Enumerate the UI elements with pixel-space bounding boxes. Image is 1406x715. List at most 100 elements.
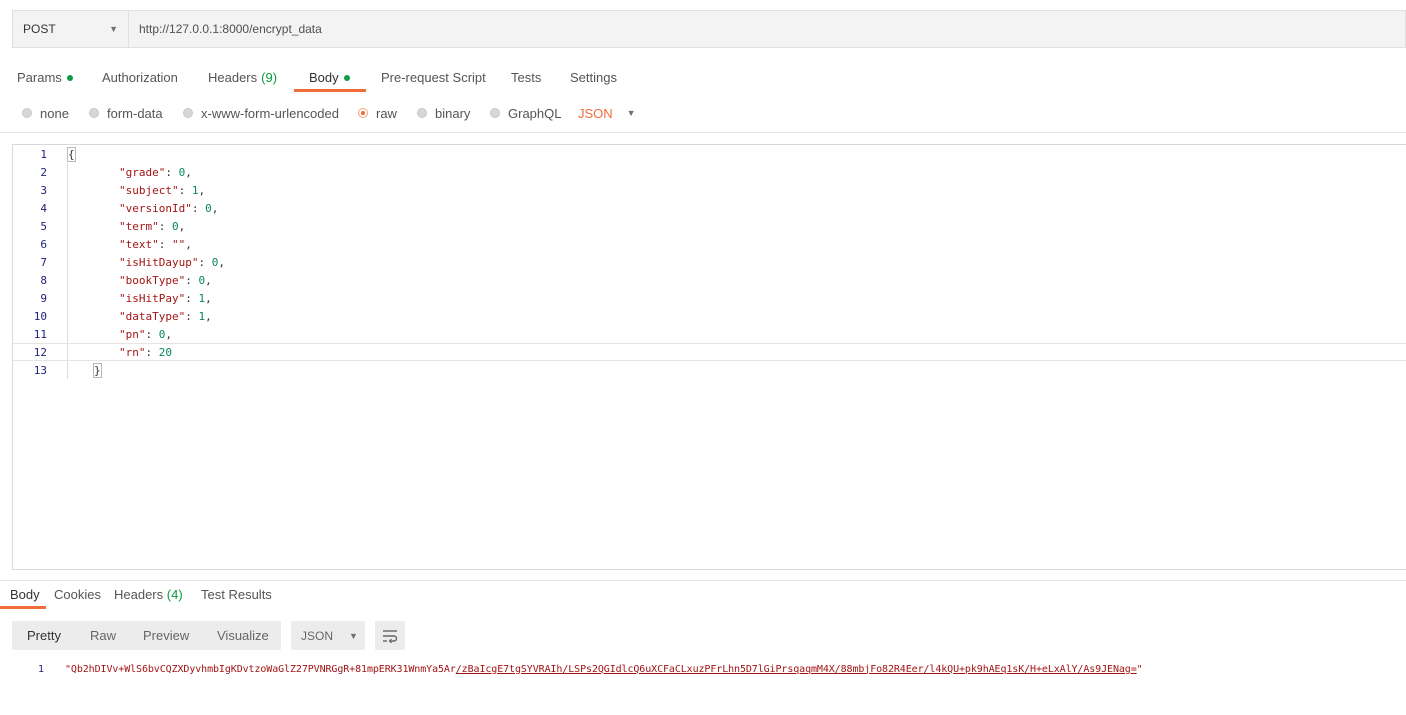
radio-urlencoded-label: x-www-form-urlencoded <box>201 105 339 121</box>
code-text: { <box>67 146 76 162</box>
radio-binary[interactable]: binary <box>417 102 470 124</box>
code-text: "subject": 1, <box>119 183 206 197</box>
tab-headers[interactable]: Headers (9) <box>208 62 277 93</box>
radio-raw[interactable]: raw <box>358 102 397 124</box>
headers-count: (9) <box>261 70 278 85</box>
json-key: "subject" <box>119 183 179 197</box>
line-number: 4 <box>40 201 47 215</box>
tab-params[interactable]: Params <box>17 62 73 93</box>
radio-circle-icon <box>183 108 193 118</box>
code-line: 6 "text": "", <box>13 235 1406 253</box>
tab-tests[interactable]: Tests <box>511 62 541 93</box>
method-select[interactable]: POST ▼ <box>13 11 129 47</box>
code-line: 7 "isHitDayup": 0, <box>13 253 1406 271</box>
wrap-lines-icon <box>383 629 398 643</box>
json-key: "dataType" <box>119 309 186 323</box>
tab-settings-label: Settings <box>570 70 617 85</box>
json-comma: , <box>218 255 225 269</box>
radio-graphql-label: GraphQL <box>508 105 562 121</box>
code-line: 4 "versionId": 0, <box>13 199 1406 217</box>
response-format-select[interactable]: JSON ▼ <box>291 621 365 650</box>
view-raw[interactable]: Raw <box>90 621 116 650</box>
tab-pre-request-script[interactable]: Pre-request Script <box>381 62 486 93</box>
json-key: "isHitDayup" <box>119 255 199 269</box>
response-string-link[interactable]: /zBaIcgE7tgSYVRAIh/LSPs2QGIdlcQ6uXCFaCLx… <box>456 664 1137 675</box>
radio-x-www-form-urlencoded[interactable]: x-www-form-urlencoded <box>183 102 339 124</box>
json-comma: , <box>178 219 186 233</box>
resp-active-tab-underline <box>0 606 46 609</box>
resp-headers-count: (4) <box>166 587 183 602</box>
view-visualize[interactable]: Visualize <box>217 621 269 650</box>
json-key: "text" <box>119 237 159 251</box>
code-line: 11 "pn": 0, <box>13 325 1406 343</box>
radio-checked-icon <box>358 108 368 118</box>
resp-tab-test-results[interactable]: Test Results <box>201 587 272 602</box>
json-key: "isHitPay" <box>119 291 186 305</box>
code-line: 13 } <box>13 361 1406 379</box>
code-line: 3 "subject": 1, <box>13 181 1406 199</box>
resp-tab-cookies[interactable]: Cookies <box>54 587 101 602</box>
json-value: "" <box>172 237 186 251</box>
code-line: 9 "isHitPay": 1, <box>13 289 1406 307</box>
line-number: 1 <box>37 663 44 675</box>
params-indicator-dot <box>66 74 73 81</box>
radio-circle-icon <box>490 108 500 118</box>
code-line: 8 "bookType": 0, <box>13 271 1406 289</box>
tab-pre-request-label: Pre-request Script <box>381 70 486 85</box>
code-text: "term": 0, <box>119 219 186 233</box>
method-label: POST <box>23 22 56 36</box>
code-line: 2 "grade": 0, <box>13 163 1406 181</box>
wrap-lines-button[interactable] <box>375 621 405 650</box>
tab-params-label: Params <box>17 70 62 85</box>
json-value: 20 <box>158 345 172 359</box>
close-brace: } <box>93 362 102 378</box>
code-text: "bookType": 0, <box>119 273 212 287</box>
json-comma: , <box>205 273 212 287</box>
code-text: "isHitPay": 1, <box>119 291 212 305</box>
code-line: 1 { <box>13 145 1406 163</box>
line-number: 5 <box>40 219 47 233</box>
radio-none[interactable]: none <box>22 102 69 124</box>
resp-tab-headers[interactable]: Headers (4) <box>114 587 183 602</box>
body-type-options: none form-data x-www-form-urlencoded raw… <box>0 102 1406 124</box>
code-text: "isHitDayup": 0, <box>119 255 225 269</box>
json-key: "versionId" <box>119 201 192 215</box>
json-comma: , <box>185 165 192 179</box>
caret-down-icon: ▼ <box>109 24 118 34</box>
json-comma: , <box>205 309 212 323</box>
request-body-editor[interactable]: 1 { 2 "grade": 0, 3 "subject": 1, 4 "ver… <box>12 144 1406 570</box>
view-preview[interactable]: Preview <box>143 621 189 650</box>
code-text: "rn": 20 <box>119 345 172 359</box>
resp-tab-body[interactable]: Body <box>10 587 40 602</box>
code-text: } <box>93 362 102 378</box>
body-indicator-dot <box>343 74 350 81</box>
tab-body-label: Body <box>309 70 339 85</box>
code-text: "grade": 0, <box>119 165 192 179</box>
response-body-line: 1 "Qb2hDIVv+WlS6bvCQZXDyvhmbIgKDvtzoWaGl… <box>0 660 1406 678</box>
tab-authorization[interactable]: Authorization <box>102 62 178 93</box>
response-format-label: JSON <box>301 628 334 643</box>
body-format-select[interactable]: JSON ▼ <box>578 102 636 124</box>
divider <box>0 132 1406 133</box>
tab-settings[interactable]: Settings <box>570 62 617 93</box>
line-number: 8 <box>40 273 47 287</box>
code-line-current: 12 "rn": 20 <box>13 343 1406 361</box>
line-number: 9 <box>40 291 47 305</box>
line-number: 13 <box>33 363 47 377</box>
code-text: "dataType": 1, <box>119 309 212 323</box>
code-line: 5 "term": 0, <box>13 217 1406 235</box>
tab-tests-label: Tests <box>511 70 542 85</box>
url-input[interactable]: http://127.0.0.1:8000/encrypt_data <box>129 11 1405 47</box>
radio-circle-icon <box>417 108 427 118</box>
tab-authorization-label: Authorization <box>102 70 178 85</box>
response-view-toggle: Pretty Raw Preview Visualize <box>12 621 281 650</box>
json-value: 0 <box>172 219 179 233</box>
request-tabs: Params Authorization Headers (9) Body Pre… <box>0 62 1406 94</box>
active-tab-underline <box>294 89 366 92</box>
radio-form-data[interactable]: form-data <box>89 102 163 124</box>
radio-graphql[interactable]: GraphQL <box>490 102 561 124</box>
line-number: 12 <box>33 345 47 359</box>
response-string-end: " <box>1136 663 1143 675</box>
view-pretty[interactable]: Pretty <box>27 621 61 650</box>
response-tabs: Body Cookies Headers (4) Test Results <box>0 580 1406 611</box>
